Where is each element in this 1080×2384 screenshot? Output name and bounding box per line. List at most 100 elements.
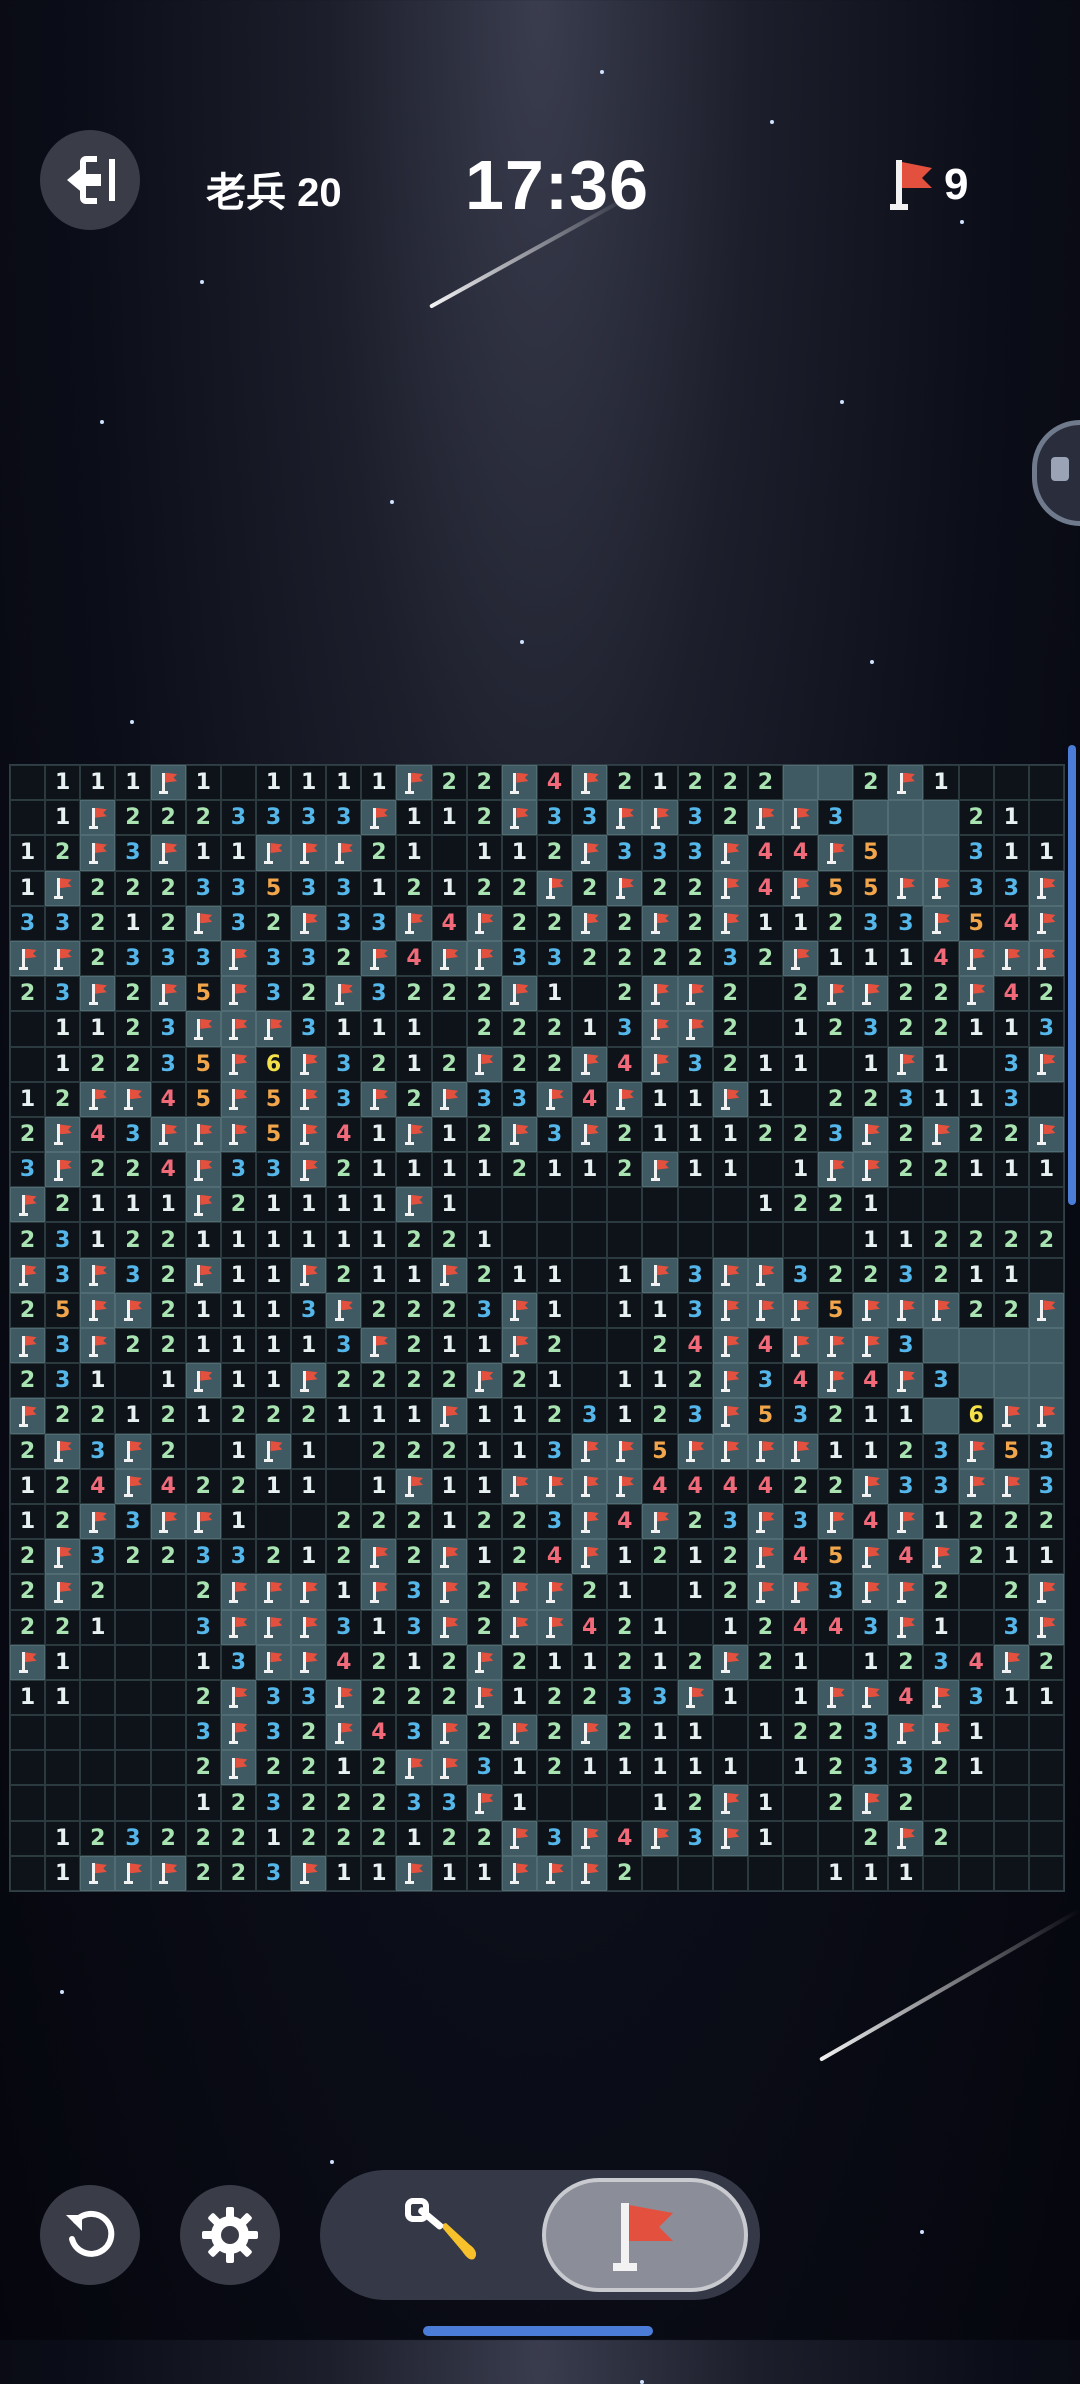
number-cell[interactable]: 1 — [185, 1222, 221, 1258]
number-cell[interactable]: 2 — [501, 1644, 537, 1680]
number-cell[interactable]: 3 — [923, 1644, 959, 1680]
flagged-cell[interactable] — [396, 1750, 432, 1786]
flagged-cell[interactable] — [431, 940, 467, 977]
flagged-cell[interactable] — [150, 1116, 186, 1153]
number-cell[interactable]: 4 — [361, 1715, 397, 1751]
number-cell[interactable]: 1 — [361, 870, 397, 906]
number-cell[interactable]: 3 — [537, 940, 573, 977]
number-cell[interactable]: 2 — [115, 1152, 151, 1188]
number-cell[interactable]: 4 — [853, 1503, 889, 1540]
number-cell[interactable]: 1 — [642, 1750, 678, 1786]
number-cell[interactable]: 1 — [185, 1785, 221, 1821]
number-cell[interactable]: 2 — [220, 1820, 256, 1856]
number-cell[interactable]: 1 — [537, 1257, 573, 1293]
number-cell[interactable]: 1 — [115, 765, 151, 801]
number-cell[interactable]: 5 — [958, 905, 994, 941]
number-cell[interactable]: 2 — [45, 1468, 81, 1504]
number-cell[interactable]: 2 — [993, 1222, 1029, 1258]
flagged-cell[interactable] — [326, 1679, 362, 1716]
flagged-cell[interactable] — [677, 976, 713, 1012]
number-cell[interactable]: 2 — [115, 870, 151, 906]
number-cell[interactable]: 2 — [782, 1715, 819, 1751]
flagged-cell[interactable] — [677, 1011, 713, 1047]
flagged-cell[interactable] — [1028, 940, 1064, 977]
number-cell[interactable]: 1 — [1028, 835, 1064, 871]
number-cell[interactable]: 1 — [220, 1257, 256, 1293]
number-cell[interactable]: 2 — [291, 1398, 327, 1434]
flagged-cell[interactable] — [291, 1152, 327, 1188]
number-cell[interactable]: 1 — [115, 1398, 151, 1434]
number-cell[interactable]: 2 — [396, 870, 432, 906]
number-cell[interactable]: 2 — [150, 870, 186, 906]
number-cell[interactable]: 2 — [185, 1750, 221, 1786]
empty-cell[interactable] — [958, 1574, 994, 1610]
number-cell[interactable]: 5 — [818, 870, 854, 906]
flagged-cell[interactable] — [220, 1116, 256, 1153]
empty-cell[interactable] — [220, 765, 256, 801]
number-cell[interactable]: 1 — [1028, 1679, 1064, 1716]
number-cell[interactable]: 3 — [958, 870, 994, 906]
empty-cell[interactable] — [677, 1222, 713, 1258]
empty-cell[interactable] — [1028, 1081, 1064, 1117]
number-cell[interactable]: 2 — [747, 765, 783, 801]
number-cell[interactable]: 1 — [677, 1152, 713, 1188]
number-cell[interactable]: 1 — [220, 1363, 256, 1399]
number-cell[interactable]: 3 — [326, 870, 362, 906]
number-cell[interactable]: 2 — [10, 976, 46, 1012]
empty-cell[interactable] — [993, 1715, 1029, 1751]
number-cell[interactable]: 2 — [431, 765, 467, 801]
number-cell[interactable]: 3 — [45, 1328, 81, 1364]
flagged-cell[interactable] — [361, 1328, 397, 1364]
number-cell[interactable]: 2 — [677, 1363, 713, 1399]
board-scrollbar[interactable] — [1068, 745, 1076, 1205]
number-cell[interactable]: 2 — [993, 1574, 1029, 1610]
number-cell[interactable]: 2 — [818, 1257, 854, 1293]
number-cell[interactable]: 1 — [818, 940, 854, 977]
unrevealed-cell[interactable] — [818, 765, 854, 801]
flagged-cell[interactable] — [185, 1257, 221, 1293]
number-cell[interactable]: 3 — [747, 1363, 783, 1399]
flagged-cell[interactable] — [10, 1398, 46, 1434]
number-cell[interactable]: 3 — [220, 1644, 256, 1680]
number-cell[interactable]: 4 — [782, 1363, 819, 1399]
number-cell[interactable]: 2 — [466, 765, 502, 801]
number-cell[interactable]: 1 — [361, 1116, 397, 1153]
number-cell[interactable]: 1 — [642, 1292, 678, 1328]
number-cell[interactable]: 2 — [501, 870, 537, 906]
number-cell[interactable]: 2 — [291, 1715, 327, 1751]
flagged-cell[interactable] — [712, 1257, 748, 1293]
flagged-cell[interactable] — [1028, 1398, 1064, 1434]
number-cell[interactable]: 3 — [185, 1715, 221, 1751]
number-cell[interactable]: 1 — [220, 1222, 256, 1258]
flagged-cell[interactable] — [607, 800, 643, 836]
number-cell[interactable]: 2 — [607, 1116, 643, 1153]
number-cell[interactable]: 2 — [185, 800, 221, 836]
number-cell[interactable]: 2 — [888, 1785, 924, 1821]
number-cell[interactable]: 1 — [537, 1363, 573, 1399]
flagged-cell[interactable] — [853, 1116, 889, 1153]
flagged-cell[interactable] — [747, 800, 783, 836]
flagged-cell[interactable] — [747, 1433, 783, 1469]
flagged-cell[interactable] — [923, 1116, 959, 1153]
number-cell[interactable]: 2 — [818, 1187, 854, 1223]
number-cell[interactable]: 2 — [501, 1503, 537, 1540]
number-cell[interactable]: 1 — [782, 1046, 819, 1082]
number-cell[interactable]: 3 — [888, 905, 924, 941]
unrevealed-cell[interactable] — [1028, 1328, 1064, 1364]
number-cell[interactable]: 1 — [431, 1152, 467, 1188]
empty-cell[interactable] — [818, 1222, 854, 1258]
flagged-cell[interactable] — [501, 765, 537, 801]
number-cell[interactable]: 1 — [396, 835, 432, 871]
number-cell[interactable]: 3 — [10, 1152, 46, 1188]
number-cell[interactable]: 3 — [255, 1785, 292, 1821]
number-cell[interactable]: 2 — [150, 1539, 186, 1575]
flagged-cell[interactable] — [747, 1292, 783, 1328]
number-cell[interactable]: 2 — [115, 1222, 151, 1258]
flagged-cell[interactable] — [45, 1574, 81, 1610]
number-cell[interactable]: 3 — [782, 1398, 819, 1434]
number-cell[interactable]: 1 — [537, 1292, 573, 1328]
number-cell[interactable]: 2 — [45, 835, 81, 871]
number-cell[interactable]: 1 — [501, 1750, 537, 1786]
number-cell[interactable]: 3 — [993, 1609, 1029, 1645]
number-cell[interactable]: 5 — [185, 1081, 221, 1117]
